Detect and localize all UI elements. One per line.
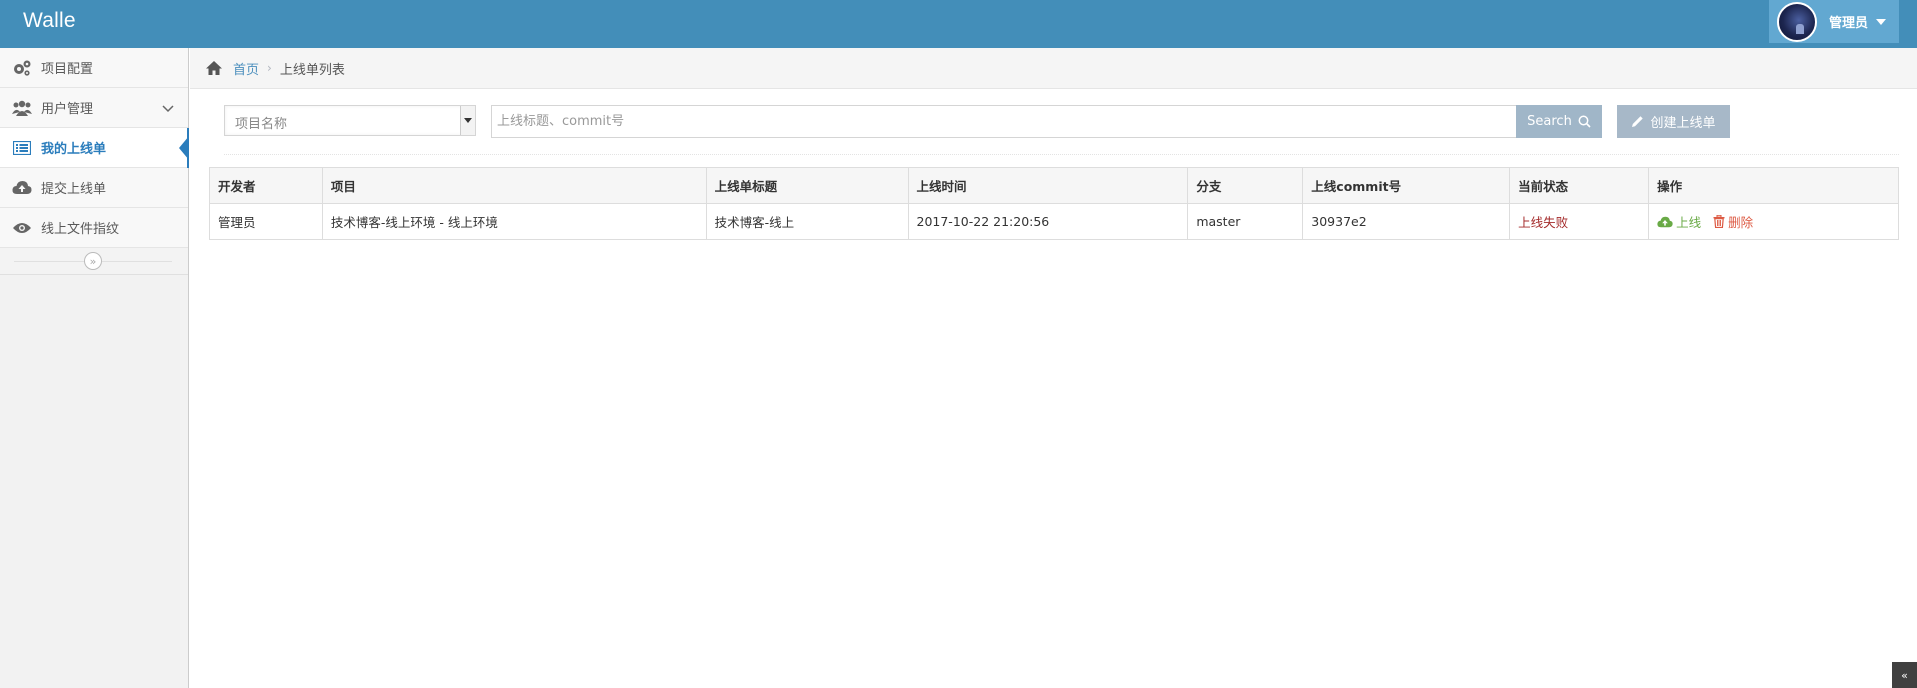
cell-time: 2017-10-22 21:20:56: [907, 203, 1189, 240]
scroll-to-top-button[interactable]: «: [1892, 662, 1917, 688]
sidebar-item-label: 我的上线单: [41, 142, 107, 157]
project-select[interactable]: 项目名称: [224, 105, 476, 136]
cell-status: 上线失败: [1509, 203, 1650, 240]
cloud-upload-icon: [1657, 216, 1673, 227]
cloud-upload-icon: [12, 178, 32, 198]
user-menu[interactable]: 管理员: [1769, 0, 1899, 43]
create-button-label: 创建上线单: [1650, 116, 1716, 131]
toolbar-divider: [224, 154, 1899, 155]
sidebar-item-project-config[interactable]: 项目配置: [0, 48, 188, 88]
column-header: 操作: [1648, 167, 1899, 204]
search-input[interactable]: [491, 105, 1524, 138]
main-content: 首页 › 上线单列表 项目名称 Search 创建上线单 开发者 项目 上线单标…: [190, 48, 1917, 688]
column-header: 开发者: [209, 167, 323, 204]
search-button[interactable]: Search: [1516, 105, 1602, 138]
sidebar-item-label: 提交上线单: [41, 182, 107, 197]
table-header-row: 开发者 项目 上线单标题 上线时间 分支 上线commit号 当前状态 操作: [209, 167, 1899, 204]
users-icon: [12, 98, 32, 118]
column-header: 项目: [321, 167, 707, 204]
cell-branch: master: [1187, 203, 1304, 240]
sidebar-item-submit-deployment[interactable]: 提交上线单: [0, 168, 188, 208]
deploy-action-label: 上线: [1676, 215, 1702, 231]
cell-project: 技术博客-线上环境 - 线上环境: [321, 203, 707, 240]
delete-action-label: 删除: [1728, 214, 1754, 230]
column-header: 分支: [1187, 167, 1304, 204]
search-icon: [1578, 115, 1591, 128]
breadcrumb: 首页 › 上线单列表: [190, 48, 1917, 89]
breadcrumb-separator: ›: [267, 61, 272, 75]
column-header: 上线单标题: [705, 167, 909, 204]
cell-actions: 上线 删除: [1648, 203, 1899, 240]
sidebar-item-file-fingerprint[interactable]: 线上文件指纹: [0, 208, 188, 248]
sidebar-item-my-deployments[interactable]: 我的上线单: [0, 128, 189, 168]
breadcrumb-home-link[interactable]: 首页: [233, 59, 259, 78]
cell-title: 技术博客-线上: [705, 203, 909, 240]
user-name: 管理员: [1829, 16, 1869, 31]
cell-developer: 管理员: [209, 203, 323, 240]
chevron-down-icon: [162, 102, 174, 117]
sidebar-item-label: 用户管理: [41, 102, 94, 117]
top-navbar: Walle 管理员: [0, 0, 1917, 48]
pencil-icon: [1632, 116, 1644, 127]
sidebar: 项目配置 用户管理 我的上线单 提交上线单 线上文件指纹 »: [0, 48, 189, 688]
create-deployment-button[interactable]: 创建上线单: [1617, 105, 1730, 138]
user-avatar: [1777, 1, 1817, 42]
breadcrumb-current: 上线单列表: [279, 62, 345, 78]
list-icon: [12, 138, 32, 158]
deploy-action-link[interactable]: 上线: [1657, 212, 1701, 231]
delete-action-link[interactable]: 删除: [1713, 212, 1753, 231]
column-header: 上线时间: [907, 167, 1189, 204]
sidebar-item-user-management[interactable]: 用户管理: [0, 88, 188, 128]
home-icon: [205, 60, 223, 76]
sidebar-item-label: 项目配置: [41, 62, 94, 77]
column-header: 当前状态: [1509, 167, 1650, 204]
cell-commit: 30937e2: [1302, 203, 1511, 240]
cogs-icon: [12, 58, 32, 78]
deployment-table: 开发者 项目 上线单标题 上线时间 分支 上线commit号 当前状态 操作 管…: [209, 167, 1899, 240]
filter-toolbar: 项目名称 Search 创建上线单: [224, 105, 1917, 138]
sidebar-item-label: 线上文件指纹: [41, 222, 120, 237]
double-chevron-right-icon[interactable]: »: [84, 252, 102, 270]
sidebar-collapse-bar: »: [0, 248, 188, 275]
project-select-placeholder: 项目名称: [235, 117, 288, 132]
trash-icon: [1713, 214, 1725, 228]
dropdown-arrow-icon: [460, 106, 475, 135]
search-button-label: Search: [1527, 114, 1572, 129]
table-row: 管理员 技术博客-线上环境 - 线上环境 技术博客-线上 2017-10-22 …: [209, 203, 1899, 240]
eye-icon: [12, 218, 32, 238]
column-header: 上线commit号: [1302, 167, 1511, 204]
caret-down-icon: [1876, 18, 1887, 25]
brand-logo[interactable]: Walle: [23, 9, 76, 33]
